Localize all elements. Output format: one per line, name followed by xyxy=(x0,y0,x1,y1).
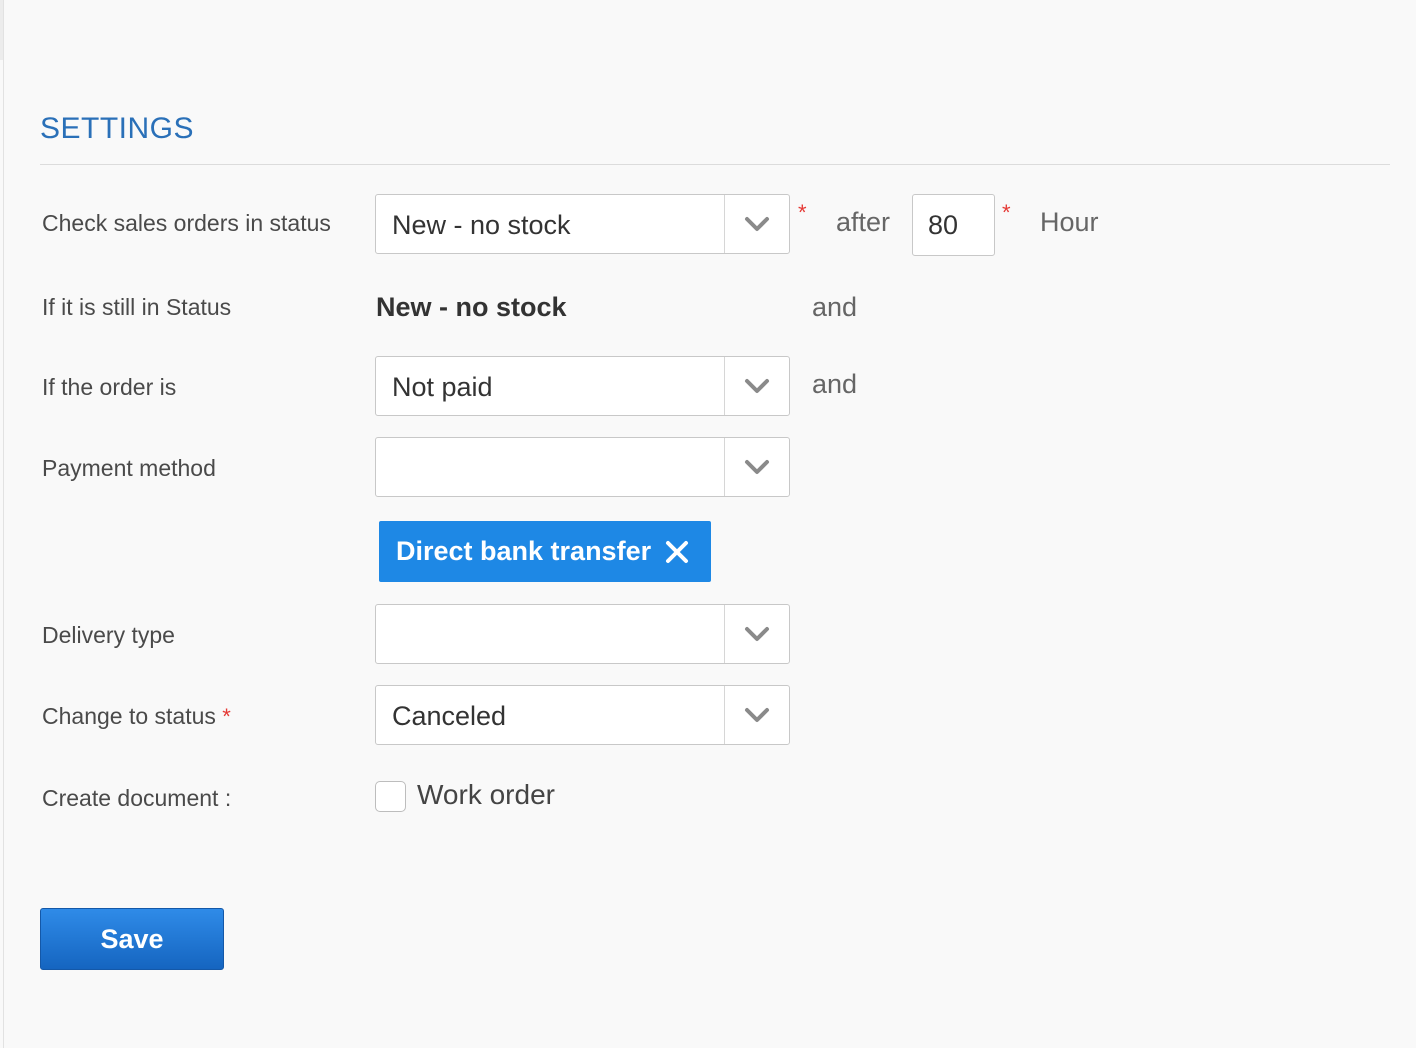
remove-tag-button[interactable] xyxy=(665,540,689,564)
left-edge-border xyxy=(3,0,4,1048)
save-button[interactable]: Save xyxy=(40,908,224,970)
close-icon xyxy=(666,540,689,563)
change-status-select[interactable]: Canceled xyxy=(375,685,790,745)
order-is-select-toggle[interactable] xyxy=(724,357,789,415)
create-document-label: Create document : xyxy=(42,785,232,811)
order-is-label: If the order is xyxy=(42,374,177,400)
payment-method-select-toggle[interactable] xyxy=(724,438,789,496)
work-order-checkbox-label[interactable]: Work order xyxy=(417,779,555,811)
order-is-and-label: and xyxy=(812,369,858,399)
still-in-status-label: If it is still in Status xyxy=(42,294,232,320)
after-label: after xyxy=(836,207,891,237)
chevron-down-icon xyxy=(745,379,769,393)
chevron-down-icon xyxy=(745,708,769,722)
change-status-required-mark: * xyxy=(222,704,231,729)
payment-method-tag: Direct bank transfer xyxy=(379,521,711,582)
change-status-label: Change to status xyxy=(42,703,216,729)
chevron-down-icon xyxy=(745,217,769,231)
chevron-down-icon xyxy=(745,460,769,474)
order-is-select[interactable]: Not paid xyxy=(375,356,790,416)
check-status-select[interactable]: New - no stock xyxy=(375,194,790,254)
payment-method-label: Payment method xyxy=(42,455,216,481)
check-status-label: Check sales orders in status xyxy=(42,210,331,236)
change-status-select-toggle[interactable] xyxy=(724,686,789,744)
work-order-checkbox[interactable] xyxy=(375,781,406,812)
order-is-select-value: Not paid xyxy=(392,372,493,402)
change-status-label-wrap: Change to status * xyxy=(42,703,231,730)
delivery-type-label: Delivery type xyxy=(42,622,175,648)
section-divider xyxy=(40,164,1390,165)
delivery-type-select-toggle[interactable] xyxy=(724,605,789,663)
still-in-status-value: New - no stock xyxy=(376,292,567,322)
check-status-select-toggle[interactable] xyxy=(724,195,789,253)
chevron-down-icon xyxy=(745,627,769,641)
change-status-select-value: Canceled xyxy=(392,701,507,731)
delivery-type-select[interactable] xyxy=(375,604,790,664)
payment-method-select[interactable] xyxy=(375,437,790,497)
section-title: SETTINGS xyxy=(40,112,195,145)
check-status-select-value: New - no stock xyxy=(392,210,571,240)
hours-required-mark: * xyxy=(1002,200,1011,225)
still-in-status-and-label: and xyxy=(812,292,858,322)
hours-input[interactable] xyxy=(912,194,995,256)
check-status-required-mark: * xyxy=(798,200,807,225)
payment-method-tag-label: Direct bank transfer xyxy=(396,536,652,566)
hour-unit-label: Hour xyxy=(1040,207,1099,237)
